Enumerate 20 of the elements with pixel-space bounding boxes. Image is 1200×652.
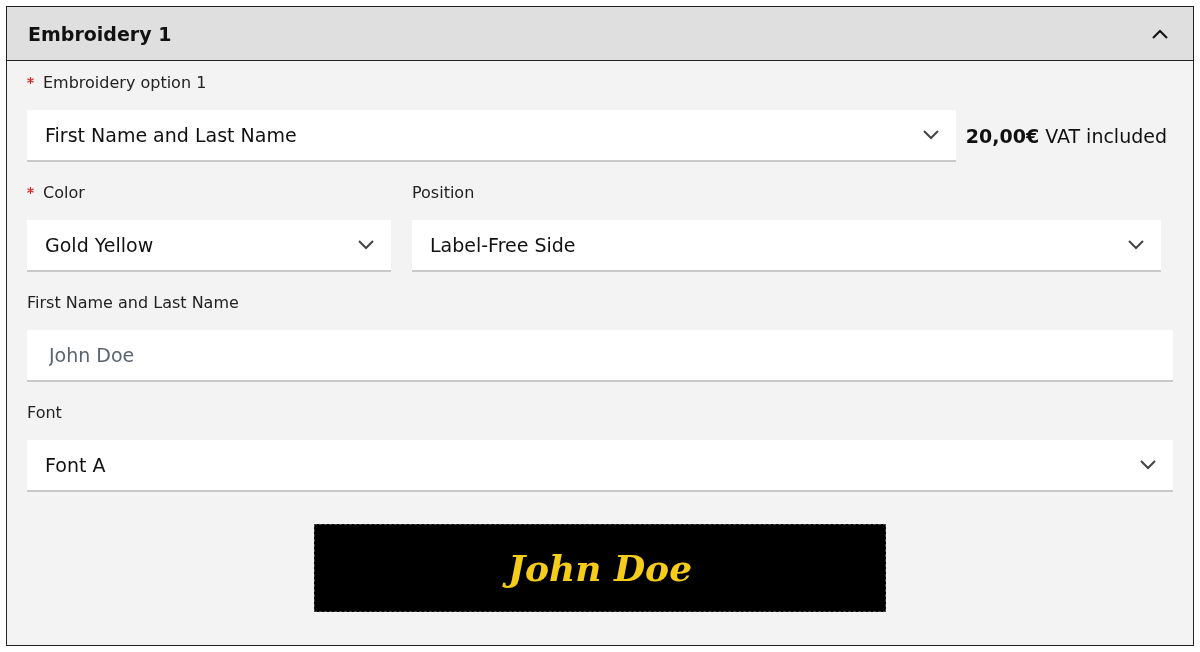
chevron-down-icon: [1128, 240, 1144, 250]
dropdown[interactable]: Font A: [27, 440, 1173, 492]
field-label: First Name and Last Name: [27, 293, 239, 312]
preview-text: John Doe: [501, 542, 699, 594]
chevron-icon[interactable]: [1152, 28, 1168, 39]
required-asterisk-icon: [27, 187, 34, 194]
price-text: 20,00€ VAT included: [965, 125, 1168, 147]
dropdown[interactable]: First Name and Last Name: [27, 110, 956, 162]
chevron-down-icon: [1140, 460, 1156, 470]
panel-header[interactable]: Embroidery 1: [7, 7, 1193, 61]
field-label: Position: [412, 183, 475, 202]
dropdown[interactable]: Gold Yellow: [27, 220, 391, 272]
panel-title: Embroidery 1: [28, 22, 172, 45]
chevron-down-icon: [922, 130, 939, 140]
field-label: Embroidery option 1: [43, 73, 207, 92]
chevron-down-icon: [358, 240, 374, 250]
field-label: Font: [27, 403, 62, 422]
required-asterisk-icon: [27, 77, 34, 84]
field-label: Color: [43, 183, 85, 202]
dropdown[interactable]: Label-Free Side: [412, 220, 1161, 272]
